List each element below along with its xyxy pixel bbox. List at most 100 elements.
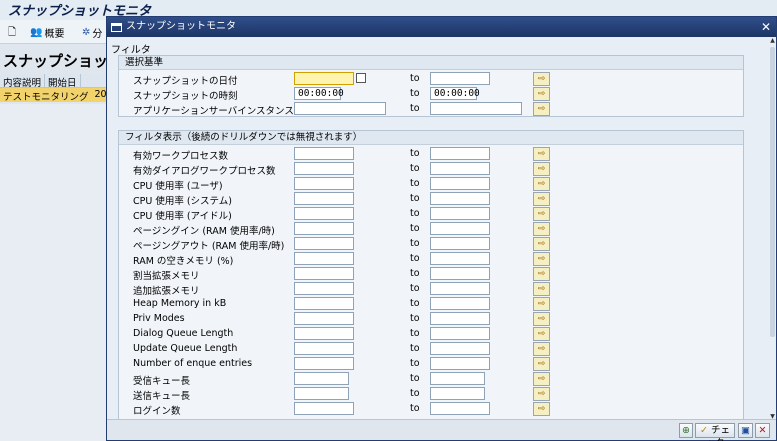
- column-header[interactable]: 開始日: [45, 74, 81, 89]
- multiple-selection-icon[interactable]: ⇨: [533, 357, 550, 371]
- range-to-input[interactable]: [430, 357, 490, 370]
- range-to-input[interactable]: [430, 297, 490, 310]
- range-to-input[interactable]: [430, 237, 490, 250]
- time-to-input[interactable]: 00:00:00: [430, 87, 480, 100]
- to-label: to: [410, 298, 420, 309]
- execute-icon[interactable]: ⊕: [679, 423, 693, 438]
- range-from-input[interactable]: [294, 147, 354, 160]
- check-label: チェック: [705, 425, 730, 441]
- dialog-content: フィルタ 選択基準 スナップショットの日付 to ⇨ スナップショットの時刻 0…: [107, 37, 771, 420]
- range-from-input[interactable]: [294, 327, 354, 340]
- range-from-input[interactable]: [294, 372, 349, 385]
- multiple-selection-icon[interactable]: ⇨: [533, 402, 550, 416]
- multiple-selection-icon[interactable]: ⇨: [533, 192, 550, 206]
- range-from-input[interactable]: [294, 207, 354, 220]
- column-header[interactable]: 内容説明: [0, 74, 46, 89]
- range-from-input[interactable]: [294, 177, 354, 190]
- range-to-input[interactable]: [430, 327, 490, 340]
- multiple-selection-icon[interactable]: ⇨: [533, 162, 550, 176]
- multiple-selection-icon[interactable]: ⇨: [533, 342, 550, 356]
- save-icon[interactable]: ▣: [738, 423, 753, 438]
- range-to-input[interactable]: [430, 207, 490, 220]
- range-from-input[interactable]: [294, 267, 354, 280]
- range-to-input[interactable]: [430, 177, 490, 190]
- multiple-selection-icon[interactable]: ⇨: [533, 222, 550, 236]
- field-label: スナップショットの日付: [133, 76, 238, 87]
- range-from-input[interactable]: [294, 192, 354, 205]
- table-row[interactable]: テストモニタリング 2020/1: [0, 88, 128, 103]
- to-label: to: [410, 73, 420, 84]
- range-from-input[interactable]: [294, 402, 354, 415]
- range-from-input[interactable]: [294, 357, 354, 370]
- to-label: to: [410, 223, 420, 234]
- date-to-input[interactable]: [430, 72, 490, 85]
- multiple-selection-icon[interactable]: ⇨: [533, 147, 550, 161]
- filter-row: RAM の空きメモリ (%) to ⇨: [119, 252, 743, 267]
- multiple-selection-icon[interactable]: ⇨: [533, 102, 550, 116]
- filter-row: Update Queue Length to ⇨: [119, 342, 743, 356]
- range-to-input[interactable]: [430, 312, 490, 325]
- range-to-input[interactable]: [430, 387, 485, 400]
- scroll-up-icon[interactable]: ▲: [769, 37, 776, 44]
- multiple-selection-icon[interactable]: ⇨: [533, 312, 550, 326]
- range-to-input[interactable]: [430, 162, 490, 175]
- cancel-icon[interactable]: ✕: [755, 423, 770, 438]
- range-to-input[interactable]: [430, 252, 490, 265]
- multiple-selection-icon[interactable]: ⇨: [533, 297, 550, 311]
- range-from-input[interactable]: [294, 312, 354, 325]
- range-from-input[interactable]: [294, 342, 354, 355]
- overview-button[interactable]: 👥 概要: [30, 25, 64, 40]
- multiple-selection-icon[interactable]: ⇨: [533, 237, 550, 251]
- to-label: to: [410, 163, 420, 174]
- multiple-selection-icon[interactable]: ⇨: [533, 72, 550, 86]
- new-document-icon[interactable]: 🗋: [8, 25, 16, 42]
- range-from-input[interactable]: [294, 222, 354, 235]
- multiple-selection-icon[interactable]: ⇨: [533, 387, 550, 401]
- range-to-input[interactable]: [430, 267, 490, 280]
- time-from-input[interactable]: 00:00:00: [294, 87, 344, 100]
- analysis-button[interactable]: ✲ 分: [82, 25, 102, 40]
- to-label: to: [410, 178, 420, 189]
- close-icon[interactable]: ✕: [759, 20, 773, 34]
- vertical-scrollbar[interactable]: ▲ ▼: [769, 37, 776, 420]
- range-to-input[interactable]: [430, 192, 490, 205]
- range-to-input[interactable]: [430, 222, 490, 235]
- range-from-input[interactable]: [294, 237, 354, 250]
- multiple-selection-icon[interactable]: ⇨: [533, 267, 550, 281]
- multiple-selection-icon[interactable]: ⇨: [533, 87, 550, 101]
- instance-to-input[interactable]: [430, 102, 522, 115]
- filter-row: ページングアウト (RAM 使用率/時) to ⇨: [119, 237, 743, 252]
- range-from-input[interactable]: [294, 282, 354, 295]
- range-to-input[interactable]: [430, 147, 490, 160]
- range-to-input[interactable]: [430, 282, 490, 295]
- check-button[interactable]: ✓ チェック: [695, 423, 735, 441]
- dialog-title-bar[interactable]: スナップショットモニタ ✕: [107, 17, 776, 37]
- range-from-input[interactable]: [294, 162, 354, 175]
- range-from-input[interactable]: [294, 387, 349, 400]
- date-from-input[interactable]: [294, 72, 354, 85]
- field-label: Number of enque entries: [133, 358, 253, 369]
- filter-row: Number of enque entries to ⇨: [119, 357, 743, 371]
- multiple-selection-icon[interactable]: ⇨: [533, 252, 550, 266]
- multiple-selection-icon[interactable]: ⇨: [533, 177, 550, 191]
- multiple-selection-icon[interactable]: ⇨: [533, 207, 550, 221]
- to-label: to: [410, 193, 420, 204]
- filter-row: 受信キュー長 to ⇨: [119, 372, 743, 387]
- range-to-input[interactable]: [430, 372, 485, 385]
- range-from-input[interactable]: [294, 297, 354, 310]
- range-to-input[interactable]: [430, 342, 490, 355]
- range-to-input[interactable]: [430, 402, 490, 415]
- multiple-selection-icon[interactable]: ⇨: [533, 282, 550, 296]
- multiple-selection-icon[interactable]: ⇨: [533, 372, 550, 386]
- multiple-selection-icon[interactable]: ⇨: [533, 327, 550, 341]
- scrollbar-thumb[interactable]: [770, 47, 775, 337]
- dialog-footer: ⊕ ✓ チェック ▣ ✕: [107, 419, 776, 441]
- field-label: ページングイン (RAM 使用率/時): [133, 226, 275, 237]
- window-icon: [111, 22, 122, 32]
- to-label: to: [410, 313, 420, 324]
- filter-row: Dialog Queue Length to ⇨: [119, 327, 743, 341]
- range-from-input[interactable]: [294, 252, 354, 265]
- calendar-icon[interactable]: [356, 73, 366, 83]
- instance-from-input[interactable]: [294, 102, 386, 115]
- to-label: to: [410, 373, 420, 384]
